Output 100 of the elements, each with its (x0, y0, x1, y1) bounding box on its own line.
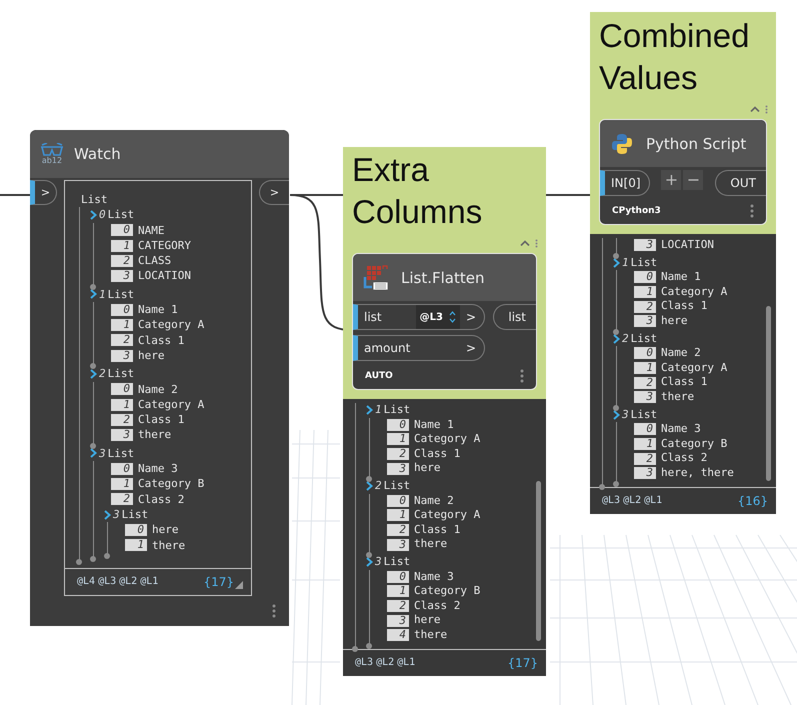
port-name: IN[0] (611, 176, 641, 190)
collapse-icon[interactable] (750, 106, 760, 112)
level-label[interactable]: @L1 (644, 495, 662, 506)
item-index: 4 (387, 629, 409, 642)
resize-grip-icon[interactable] (235, 580, 243, 589)
list-label: List (384, 478, 410, 494)
item-value: CATEGORY (138, 238, 191, 254)
list-label: List (630, 332, 658, 346)
output-port[interactable]: list (493, 304, 536, 330)
item-index: 3 (111, 270, 133, 282)
item-index: 0 (111, 304, 133, 316)
item-value: there (661, 390, 694, 405)
input-port[interactable]: list @L3 > (353, 304, 485, 330)
list-index: 3 (113, 506, 120, 522)
list-index: 2 (375, 478, 382, 494)
chevron-icon[interactable] (366, 405, 373, 416)
item-value: there (414, 628, 448, 642)
item-index: 1 (111, 398, 133, 410)
item-index: 1 (387, 433, 409, 446)
item-value: there (138, 427, 172, 443)
chevron-icon[interactable] (104, 510, 111, 520)
level-label[interactable]: @L1 (140, 576, 158, 588)
more-options-icon[interactable] (750, 204, 754, 218)
item-value: Name 2 (414, 494, 454, 508)
chevron-icon[interactable] (613, 334, 620, 344)
item-value: Category B (138, 476, 204, 492)
chevron-icon[interactable] (613, 410, 620, 420)
chevron-icon[interactable] (366, 557, 373, 568)
chevron-icon[interactable] (90, 448, 97, 458)
level-label[interactable]: @L2 (376, 657, 394, 668)
list-label: List (384, 554, 410, 570)
list-index: 2 (622, 332, 629, 346)
group-title[interactable]: Extra Columns (343, 147, 546, 233)
level-label[interactable]: @L4 (77, 576, 96, 588)
list-label: List (108, 286, 134, 302)
item-value: Class 1 (414, 446, 460, 462)
chevron-icon[interactable] (90, 368, 97, 379)
chevron-icon[interactable] (90, 289, 97, 300)
glasses-icon (40, 143, 64, 157)
list-index: 2 (99, 366, 106, 382)
level-label[interactable]: @L2 (623, 495, 642, 506)
list-label: List (108, 446, 134, 462)
item-index: 0 (387, 418, 409, 431)
item-index: 3 (387, 614, 409, 627)
item-value: Name 1 (661, 270, 701, 285)
item-index: 0 (125, 524, 147, 536)
item-value: Name 2 (661, 346, 701, 361)
item-value: there (152, 538, 186, 553)
arrow-glyph: > (466, 310, 476, 324)
item-value: LOCATION (661, 238, 714, 253)
item-index: 2 (634, 376, 656, 389)
group-title[interactable]: Combined Values (590, 12, 776, 99)
item-value: Category B (661, 436, 728, 452)
list-label: List (108, 207, 134, 223)
level-label[interactable]: @L3 (602, 495, 620, 506)
list-label: List (122, 506, 148, 522)
item-index: 3 (387, 538, 409, 551)
collapse-icon[interactable] (520, 240, 530, 246)
arrow-glyph: > (466, 341, 476, 355)
list-grid-icon (363, 264, 389, 290)
item-index: 3 (111, 350, 133, 362)
item-index: 0 (634, 423, 656, 436)
list-index: 3 (99, 446, 106, 462)
item-index: 3 (634, 467, 656, 480)
item-value: Category A (138, 396, 204, 412)
item-value: Category A (138, 317, 204, 333)
item-value: Name 3 (661, 422, 701, 437)
chevron-icon[interactable] (366, 481, 373, 492)
remove-input-button[interactable]: − (683, 170, 704, 190)
input-port[interactable]: amount > (353, 335, 485, 361)
list-label: List (81, 192, 108, 208)
level-label[interactable]: @L3 (355, 657, 374, 668)
level-label[interactable]: @L1 (397, 657, 416, 668)
chevron-icon[interactable] (90, 210, 97, 220)
scrollbar[interactable] (536, 481, 541, 641)
level-spinner[interactable]: @L3 (416, 305, 460, 329)
list-index: 0 (99, 207, 106, 223)
add-input-button[interactable]: + (661, 170, 682, 190)
level-label[interactable]: @L2 (119, 576, 138, 588)
item-value: there (414, 537, 448, 552)
level-label[interactable]: @L3 (98, 576, 116, 588)
chevron-icon[interactable] (613, 258, 620, 268)
more-options-icon[interactable] (520, 369, 524, 383)
scrollbar[interactable] (766, 306, 771, 481)
input-port[interactable]: > (30, 180, 57, 205)
item-index: 0 (634, 271, 656, 284)
item-value: here (661, 314, 688, 329)
item-value: here (138, 348, 164, 364)
item-index: 3 (634, 239, 656, 252)
output-port[interactable]: > (259, 180, 289, 205)
node-title: List.Flatten (401, 268, 484, 286)
stepper-icon[interactable] (448, 309, 456, 325)
item-value: Category A (661, 284, 728, 300)
more-options-icon[interactable] (765, 104, 768, 114)
item-index: 0 (387, 494, 409, 507)
more-options-icon[interactable] (272, 604, 276, 618)
more-options-icon[interactable] (535, 238, 538, 248)
input-port[interactable]: IN[0] (600, 170, 650, 196)
item-index: 0 (387, 570, 409, 583)
output-port[interactable]: OUT (715, 170, 766, 196)
